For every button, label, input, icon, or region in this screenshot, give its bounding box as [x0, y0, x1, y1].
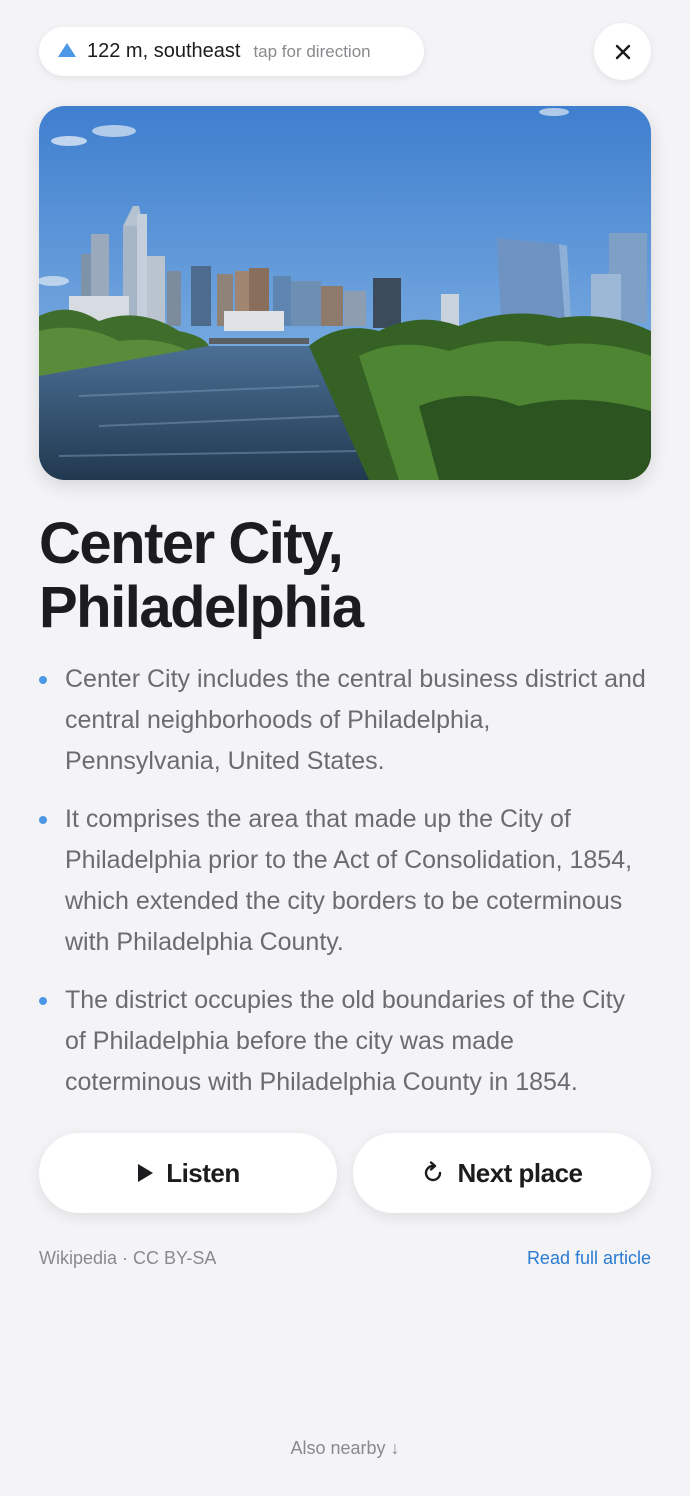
next-place-label: Next place — [457, 1157, 583, 1188]
bullet-dot-icon — [39, 997, 47, 1005]
listen-label: Listen — [166, 1157, 240, 1188]
bullet-dot-icon — [39, 816, 47, 824]
play-icon — [136, 1163, 154, 1183]
page-title: Center City, Philadelphia — [39, 511, 364, 640]
bullet-dot-icon — [39, 676, 47, 684]
read-full-article-link[interactable]: Read full article — [527, 1248, 651, 1269]
source-credit: Wikipedia · CC BY-SA — [39, 1248, 217, 1268]
distance-text: 122 m, southeast — [87, 40, 241, 62]
bullet-text: The district occupies the old boundaries… — [65, 986, 626, 1096]
direction-pill[interactable]: 122 m, southeast tap for direction — [39, 27, 424, 76]
list-item: Center City includes the central busines… — [39, 659, 651, 782]
close-icon — [615, 44, 630, 59]
hero-image — [39, 106, 651, 480]
also-nearby-link[interactable]: Also nearby ↓ — [0, 1438, 690, 1459]
refresh-icon — [421, 1161, 445, 1185]
place-card-screen: 122 m, southeast tap for direction Cente… — [0, 0, 690, 1496]
direction-hint: tap for direction — [253, 41, 371, 61]
bullet-text: It comprises the area that made up the C… — [65, 805, 633, 956]
summary-list: Center City includes the central busines… — [39, 659, 651, 1120]
bullet-text: Center City includes the central busines… — [65, 665, 646, 775]
list-item: The district occupies the old boundaries… — [39, 980, 651, 1103]
next-place-button[interactable]: Next place — [353, 1133, 651, 1213]
listen-button[interactable]: Listen — [39, 1133, 337, 1213]
close-button[interactable] — [594, 23, 651, 80]
direction-arrow-icon — [58, 42, 76, 57]
list-item: It comprises the area that made up the C… — [39, 799, 651, 963]
